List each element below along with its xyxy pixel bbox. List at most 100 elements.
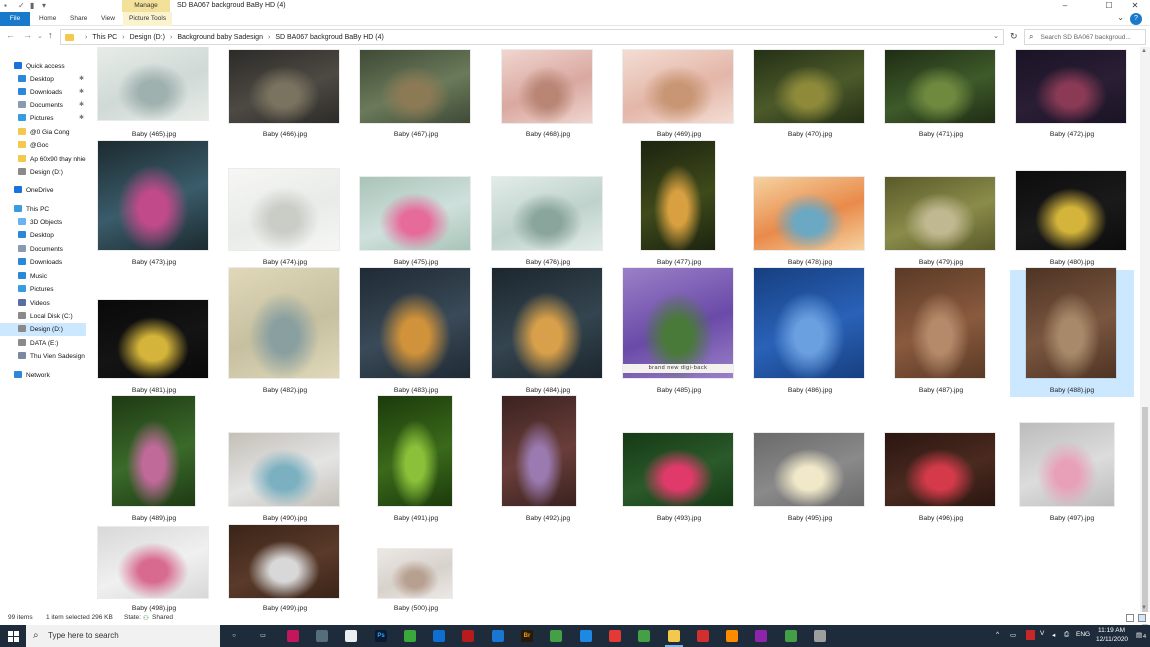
pin-icon[interactable]: ✱ bbox=[79, 99, 84, 112]
sidebar-item-network[interactable]: Network bbox=[0, 369, 86, 382]
file-item[interactable]: Baby (487).jpg bbox=[879, 268, 1003, 397]
file-thumbnail[interactable] bbox=[1020, 423, 1114, 506]
customize-quick-access-icon[interactable]: ▾ bbox=[42, 1, 46, 10]
file-item[interactable]: Baby (472).jpg bbox=[1010, 47, 1134, 141]
file-item[interactable]: Baby (480).jpg bbox=[1010, 142, 1134, 269]
file-thumbnail[interactable] bbox=[378, 549, 452, 598]
photoshop-icon[interactable]: Ps bbox=[375, 630, 387, 642]
tab-picture-tools[interactable]: Picture Tools bbox=[123, 12, 173, 26]
file-thumbnail[interactable] bbox=[623, 433, 733, 506]
file-item[interactable]: Baby (500).jpg bbox=[354, 526, 478, 612]
sidebar-item-design-d[interactable]: Design (D:) bbox=[0, 166, 86, 179]
file-thumbnail[interactable] bbox=[229, 525, 339, 598]
file-thumbnail[interactable]: brand new digi-back bbox=[623, 268, 733, 378]
details-view-icon[interactable] bbox=[1126, 614, 1134, 622]
tab-manage[interactable]: Manage bbox=[122, 0, 170, 12]
chevron-right-icon[interactable]: › bbox=[268, 34, 270, 41]
file-item[interactable]: Baby (478).jpg bbox=[748, 142, 872, 269]
task-view-icon[interactable]: ▭ bbox=[257, 630, 269, 642]
refresh-icon[interactable]: ↻ bbox=[1010, 31, 1018, 42]
file-item[interactable]: Baby (469).jpg bbox=[617, 47, 741, 141]
sidebar-item-pictures[interactable]: Pictures bbox=[0, 283, 86, 296]
file-item[interactable]: Baby (483).jpg bbox=[354, 268, 478, 397]
chevron-right-icon[interactable]: › bbox=[122, 34, 124, 41]
file-item[interactable]: Baby (482).jpg bbox=[223, 268, 347, 397]
speaker-icon[interactable]: ◂ bbox=[1052, 631, 1055, 639]
file-item[interactable]: Baby (467).jpg bbox=[354, 47, 478, 141]
forward-arrow-icon[interactable]: → bbox=[23, 30, 32, 40]
file-thumbnail[interactable] bbox=[112, 396, 195, 506]
file-thumbnail[interactable] bbox=[378, 396, 452, 506]
file-thumbnail[interactable] bbox=[98, 141, 208, 250]
close-button[interactable]: ✕ bbox=[1120, 0, 1150, 12]
file-item[interactable]: Baby (479).jpg bbox=[879, 142, 1003, 269]
file-thumbnail[interactable] bbox=[641, 141, 715, 250]
file-item[interactable]: Baby (475).jpg bbox=[354, 142, 478, 269]
file-item[interactable]: Baby (489).jpg bbox=[92, 396, 216, 525]
file-item[interactable]: Baby (486).jpg bbox=[748, 268, 872, 397]
file-item[interactable]: Baby (496).jpg bbox=[879, 398, 1003, 525]
pin-icon[interactable]: ✱ bbox=[79, 86, 84, 99]
bridge-icon[interactable]: Br bbox=[521, 630, 533, 642]
file-item[interactable]: Baby (492).jpg bbox=[486, 396, 610, 525]
app-icon-6[interactable] bbox=[697, 630, 709, 642]
file-thumbnail[interactable] bbox=[754, 50, 864, 123]
file-item[interactable]: Baby (498).jpg bbox=[92, 526, 216, 612]
chrome-icon-3[interactable] bbox=[638, 630, 650, 642]
app-icon-1[interactable] bbox=[287, 630, 299, 642]
sidebar-item--0-gia-cong[interactable]: @0 Gia Cong bbox=[0, 126, 86, 139]
file-thumbnail[interactable] bbox=[98, 47, 208, 120]
sidebar-item-thu-vien-sadesign[interactable]: Thu Vien Sadesign bbox=[0, 350, 86, 363]
chevron-down-icon[interactable]: ⌄ bbox=[993, 32, 999, 40]
file-item[interactable]: Baby (488).jpg bbox=[1010, 268, 1134, 397]
file-thumbnail[interactable] bbox=[492, 177, 602, 250]
scroll-down-icon[interactable]: ▼ bbox=[1141, 605, 1147, 611]
chrome-icon-5[interactable] bbox=[755, 630, 767, 642]
sidebar-item-documents[interactable]: Documents ✱ bbox=[0, 99, 86, 112]
camtasia-icon[interactable] bbox=[404, 630, 416, 642]
breadcrumb-current-folder[interactable]: SD BA067 backgroud BaBy HD (4) bbox=[275, 34, 384, 41]
start-button[interactable] bbox=[0, 625, 26, 647]
back-arrow-icon[interactable]: ← bbox=[6, 30, 15, 40]
search-input[interactable]: ⌕ Search SD BA067 backgroud... bbox=[1024, 29, 1146, 45]
network-tray-icon[interactable]: ▭ bbox=[1010, 631, 1016, 639]
sidebar-item-ap-60x90-thay-nhie[interactable]: Ap 60x90 thay nhie bbox=[0, 153, 86, 166]
file-thumbnail[interactable] bbox=[502, 396, 576, 506]
file-item[interactable]: Baby (473).jpg bbox=[92, 141, 216, 269]
scroll-up-icon[interactable]: ▲ bbox=[1141, 48, 1147, 54]
file-thumbnail[interactable] bbox=[229, 50, 339, 123]
file-item[interactable]: Baby (497).jpg bbox=[1010, 398, 1134, 525]
tray-app-icon[interactable] bbox=[1026, 630, 1035, 640]
file-thumbnail[interactable] bbox=[502, 50, 592, 123]
file-thumbnail[interactable] bbox=[754, 433, 864, 506]
expand-ribbon-icon[interactable]: ⌄ bbox=[1117, 13, 1124, 22]
vertical-scrollbar[interactable]: ▲ ▼ bbox=[1140, 47, 1150, 647]
file-item[interactable]: Baby (470).jpg bbox=[748, 47, 872, 141]
clock-time[interactable]: 11:19 AM bbox=[1098, 627, 1125, 634]
scrollbar-thumb[interactable] bbox=[1142, 407, 1148, 647]
navigation-pane[interactable]: Quick access Desktop ✱ Downloads ✱ Documents ✱… bbox=[0, 56, 86, 612]
file-thumbnail[interactable] bbox=[229, 433, 339, 506]
chrome-icon-6[interactable] bbox=[785, 630, 797, 642]
app-icon-3[interactable] bbox=[345, 630, 357, 642]
file-item[interactable]: Baby (493).jpg bbox=[617, 398, 741, 525]
minimize-button[interactable]: – bbox=[1050, 0, 1080, 12]
clock-date[interactable]: 12/11/2020 bbox=[1096, 636, 1128, 643]
file-item[interactable]: Baby (484).jpg bbox=[486, 268, 610, 397]
app-icon-5[interactable] bbox=[580, 630, 592, 642]
file-item[interactable]: Baby (499).jpg bbox=[223, 525, 347, 612]
sidebar-item--goc[interactable]: @Goc bbox=[0, 139, 86, 152]
app-icon-7[interactable] bbox=[814, 630, 826, 642]
chevron-right-icon[interactable]: › bbox=[85, 34, 87, 41]
file-thumbnail[interactable] bbox=[229, 169, 339, 250]
breadcrumb-this-pc[interactable]: This PC bbox=[92, 34, 117, 41]
chrome-icon-1[interactable] bbox=[550, 630, 562, 642]
show-hidden-icons-icon[interactable]: ^ bbox=[996, 631, 999, 638]
file-thumbnail[interactable] bbox=[885, 433, 995, 506]
language-indicator[interactable]: ENG bbox=[1076, 631, 1090, 638]
chrome-icon-4[interactable] bbox=[726, 630, 738, 642]
file-thumbnail[interactable] bbox=[885, 50, 995, 123]
breadcrumb-design-d[interactable]: Design (D:) bbox=[130, 34, 165, 41]
vietkey-icon[interactable]: V bbox=[1040, 630, 1044, 637]
sidebar-item-music[interactable]: Music bbox=[0, 270, 86, 283]
